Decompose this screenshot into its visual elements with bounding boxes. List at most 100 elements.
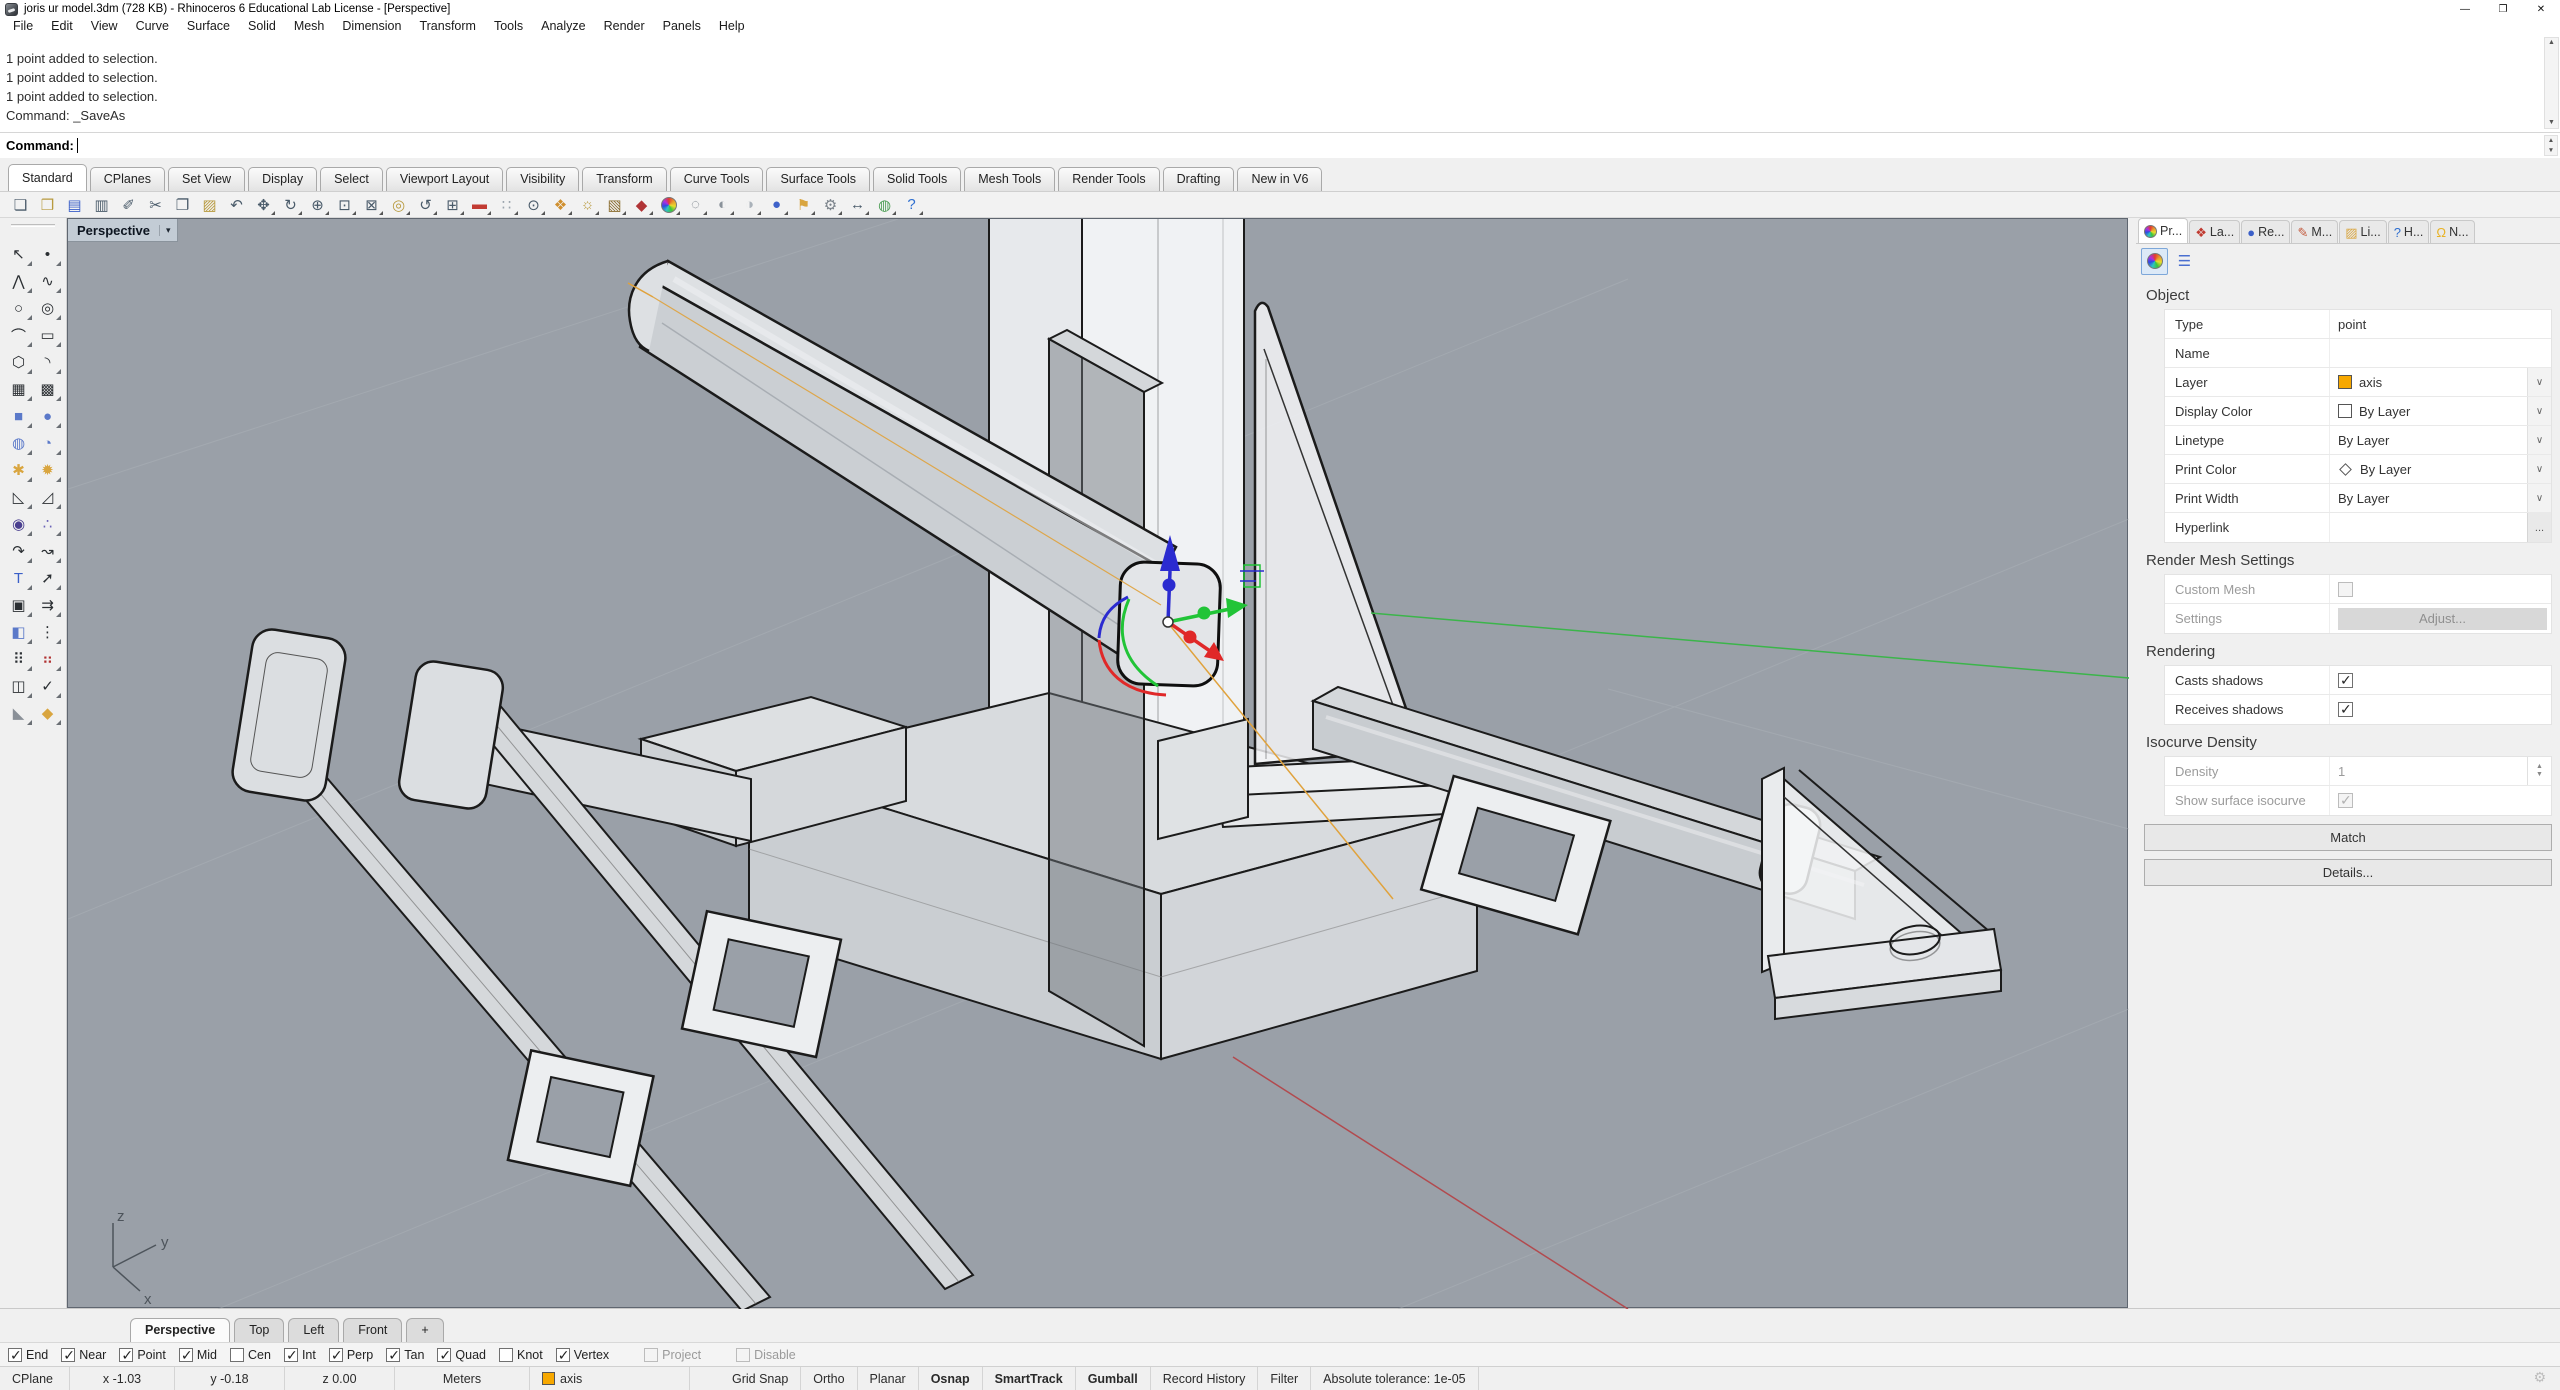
rotate-view-icon[interactable]: ↻: [278, 193, 303, 216]
viewport-canvas[interactable]: z y x Perspective ▾: [67, 218, 2128, 1308]
statusbar-segment[interactable]: SmartTrack: [983, 1367, 1076, 1390]
statusbar-segment[interactable]: Ortho: [801, 1367, 857, 1390]
toolbar-tab[interactable]: Render Tools: [1058, 167, 1159, 191]
casts-shadows-checkbox[interactable]: [2338, 673, 2353, 688]
osnap-toggle[interactable]: Knot: [499, 1348, 543, 1362]
statusbar-segment[interactable]: x -1.03: [70, 1367, 175, 1390]
undo-view-icon[interactable]: ↺: [413, 193, 438, 216]
menu-item[interactable]: Render: [595, 18, 654, 34]
osnap-checkbox[interactable]: [119, 1348, 133, 1362]
statusbar-segment[interactable]: z 0.00: [285, 1367, 395, 1390]
osnap-checkbox[interactable]: [736, 1348, 750, 1362]
zoom-selected-icon[interactable]: ◎: [386, 193, 411, 216]
panel-splitter[interactable]: [2128, 218, 2136, 1308]
menu-item[interactable]: Analyze: [532, 18, 594, 34]
menu-item[interactable]: Surface: [178, 18, 239, 34]
move-icon[interactable]: ➚: [34, 565, 62, 591]
statusbar-segment[interactable]: Meters: [395, 1367, 530, 1390]
toolbar-tab[interactable]: New in V6: [1237, 167, 1322, 191]
split-icon[interactable]: ◿: [34, 484, 62, 510]
color-wheel-icon[interactable]: [656, 193, 681, 216]
statusbar-segment[interactable]: Grid Snap: [720, 1367, 801, 1390]
menu-item[interactable]: Dimension: [333, 18, 410, 34]
materials-tab[interactable]: ✎ M...: [2291, 220, 2338, 243]
spin-down-icon[interactable]: ▼: [2548, 146, 2554, 155]
viewport-tab[interactable]: +: [406, 1318, 443, 1342]
rendering-tab[interactable]: ● Re...: [2241, 220, 2290, 243]
statusbar-segment[interactable]: Planar: [858, 1367, 919, 1390]
osnap-toggle[interactable]: Quad: [437, 1348, 486, 1362]
pyramid-icon[interactable]: ◆: [34, 700, 62, 726]
viewport-layout-icon[interactable]: ⊞: [440, 193, 465, 216]
pan-icon[interactable]: ✥: [251, 193, 276, 216]
osnap-checkbox[interactable]: [499, 1348, 513, 1362]
lock-icon[interactable]: ▧: [602, 193, 627, 216]
osnap-checkbox[interactable]: [644, 1348, 658, 1362]
toolbar-tab[interactable]: Display: [248, 167, 317, 191]
open-file-icon[interactable]: ❒: [35, 193, 60, 216]
zoom-icon[interactable]: ⊕: [305, 193, 330, 216]
trim-icon[interactable]: ◺: [5, 484, 33, 510]
toolbar-tab[interactable]: Select: [320, 167, 383, 191]
move-truck-icon[interactable]: ▬: [467, 193, 492, 216]
libraries-tab[interactable]: ▨ Li...: [2339, 220, 2386, 243]
command-scrollbar[interactable]: ▲ ▼: [2544, 37, 2559, 129]
toolbar-tab[interactable]: Standard: [8, 164, 87, 191]
properties-tab[interactable]: Pr...: [2138, 218, 2188, 243]
receives-shadows-checkbox[interactable]: [2338, 702, 2353, 717]
menu-item[interactable]: Solid: [239, 18, 285, 34]
array-linear-icon[interactable]: ⠶: [34, 646, 62, 672]
array-grid-icon[interactable]: ⠿: [5, 646, 33, 672]
solid-tools-icon[interactable]: ◧: [5, 619, 33, 645]
osnap-checkbox[interactable]: [329, 1348, 343, 1362]
help-icon[interactable]: ?: [899, 193, 924, 216]
print-icon[interactable]: ▥: [89, 193, 114, 216]
box-icon[interactable]: ■: [5, 403, 33, 429]
render-globe-icon[interactable]: ◍: [872, 193, 897, 216]
toolbar-grip[interactable]: [11, 224, 55, 227]
viewport-tab[interactable]: Perspective: [130, 1318, 230, 1342]
scroll-up-icon[interactable]: ▲: [2548, 38, 2555, 48]
single-point-icon[interactable]: •: [34, 241, 62, 267]
chevron-down-icon[interactable]: ∨: [2527, 368, 2551, 396]
flag-icon[interactable]: ⚑: [791, 193, 816, 216]
viewport-tab[interactable]: Front: [343, 1318, 402, 1342]
rendered-sphere-icon[interactable]: ●: [764, 193, 789, 216]
statusbar-segment[interactable]: CPlane: [0, 1367, 70, 1390]
ghosted-sphere-icon[interactable]: ◑: [737, 193, 762, 216]
zoom-window-icon[interactable]: ⊡: [332, 193, 357, 216]
revolve-icon[interactable]: ◔: [34, 430, 62, 456]
viewport-title[interactable]: Perspective ▾: [68, 219, 178, 242]
statusbar-segment[interactable]: Record History: [1151, 1367, 1259, 1390]
menu-item[interactable]: View: [82, 18, 127, 34]
cplane-icon[interactable]: ⊙: [521, 193, 546, 216]
lights-icon[interactable]: ⋮: [34, 619, 62, 645]
surface-points-icon[interactable]: ▦: [5, 376, 33, 402]
osnap-toggle[interactable]: Project: [644, 1348, 701, 1362]
menu-item[interactable]: Mesh: [285, 18, 334, 34]
details-button[interactable]: Details...: [2144, 859, 2552, 886]
osnap-toggle[interactable]: Tan: [386, 1348, 424, 1362]
display-color-select[interactable]: By Layer: [2330, 397, 2527, 425]
toolbar-tab[interactable]: Curve Tools: [670, 167, 764, 191]
toolbar-tab[interactable]: Visibility: [506, 167, 579, 191]
minimize-button[interactable]: —: [2446, 0, 2484, 18]
chevron-down-icon[interactable]: ∨: [2527, 426, 2551, 454]
toolbar-tab[interactable]: Viewport Layout: [386, 167, 503, 191]
curve-handles-icon[interactable]: ◝: [34, 349, 62, 375]
toolbar-tab[interactable]: Drafting: [1163, 167, 1235, 191]
osnap-toggle[interactable]: Perp: [329, 1348, 373, 1362]
mirror-icon[interactable]: ◫: [5, 673, 33, 699]
prompt-spinner[interactable]: ▲ ▼: [2544, 135, 2558, 156]
help-tab[interactable]: ? H...: [2388, 220, 2430, 243]
menu-item[interactable]: Tools: [485, 18, 532, 34]
toolbar-tab[interactable]: Mesh Tools: [964, 167, 1055, 191]
lamp-icon[interactable]: ☼: [575, 193, 600, 216]
save-icon[interactable]: ▤: [62, 193, 87, 216]
statusbar-segment[interactable]: Absolute tolerance: 1e-05: [1311, 1367, 1478, 1390]
hyperlink-input[interactable]: [2330, 513, 2527, 542]
toolbar-tab[interactable]: Set View: [168, 167, 245, 191]
menu-item[interactable]: Help: [710, 18, 754, 34]
spin-up-icon[interactable]: ▲: [2548, 136, 2554, 145]
toolbar-tab[interactable]: CPlanes: [90, 167, 165, 191]
